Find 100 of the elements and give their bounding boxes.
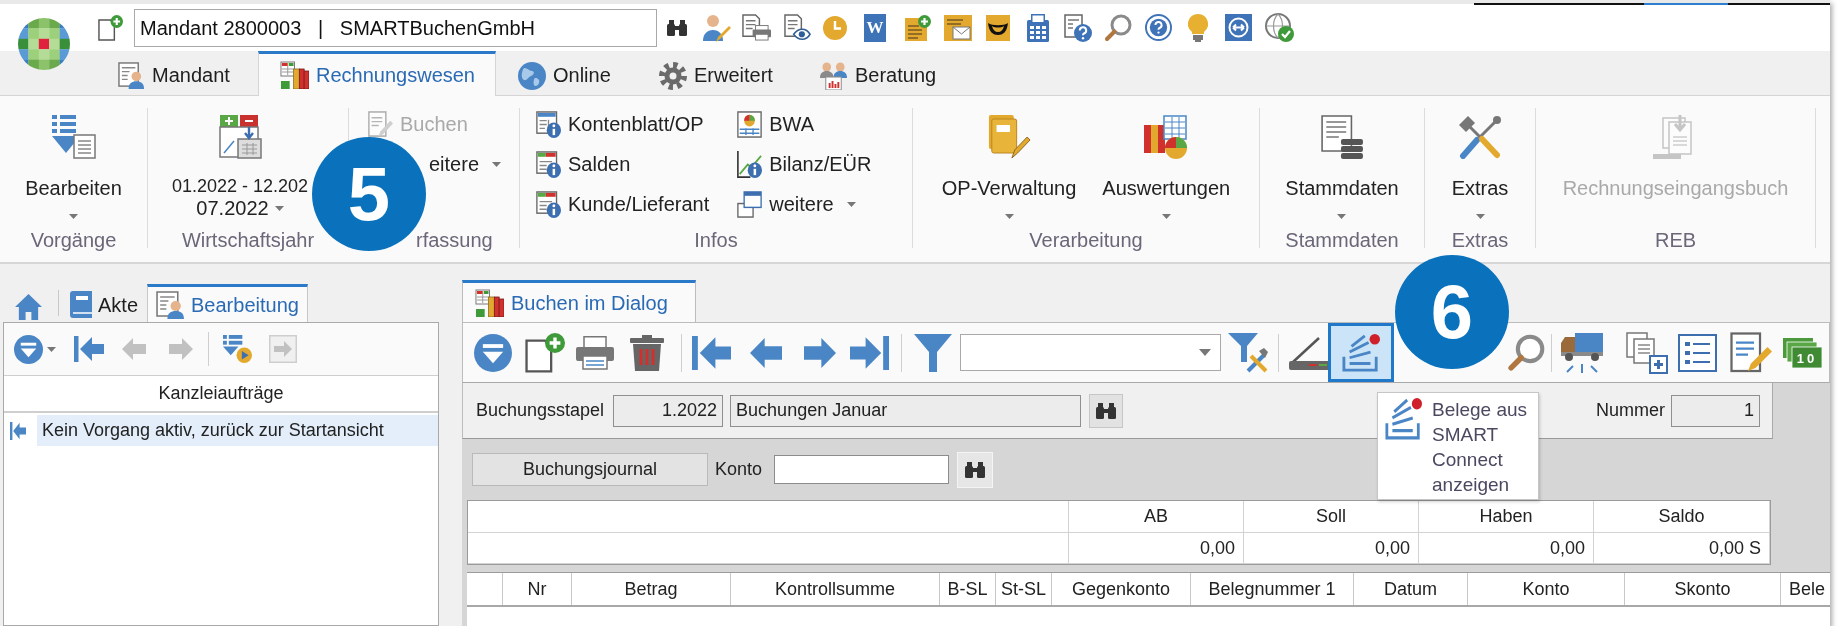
tab[interactable]: Erweitert xyxy=(637,52,797,96)
column-header: B-SL xyxy=(940,573,996,605)
lightbulb-icon[interactable] xyxy=(1188,13,1208,42)
document-plus-icon[interactable] xyxy=(525,332,565,373)
list-play-icon[interactable] xyxy=(223,335,252,363)
ribbon-button[interactable]: OP-Verwaltung xyxy=(941,115,1077,219)
column-header: Nr xyxy=(503,573,572,605)
tab[interactable]: Akte xyxy=(61,284,148,323)
help-icon[interactable] xyxy=(1145,14,1172,41)
printer-icon[interactable] xyxy=(576,335,614,370)
group-label: Extras xyxy=(1451,228,1509,252)
back-icon[interactable] xyxy=(750,337,782,368)
truck-icon[interactable] xyxy=(1561,332,1603,373)
user-pencil-icon[interactable] xyxy=(703,13,731,42)
globe-check-icon[interactable] xyxy=(1265,13,1294,42)
ribbon-button[interactable]: Kunde/Lieferant xyxy=(536,190,710,218)
letter-tile-icon[interactable]: W xyxy=(864,13,886,42)
filter-icon[interactable] xyxy=(14,334,43,364)
book-icon xyxy=(70,291,92,319)
trash-icon[interactable] xyxy=(630,334,664,371)
column-header: Gegenkonto xyxy=(1052,573,1191,605)
ribbon-button[interactable]: Stammdaten xyxy=(1285,115,1399,219)
period-field[interactable]: 1.2022 xyxy=(613,394,724,427)
go-first-icon[interactable] xyxy=(74,336,104,362)
list-icon[interactable] xyxy=(1678,333,1717,372)
tab[interactable]: Buchen im Dialog xyxy=(462,280,696,323)
table-info-icon xyxy=(536,190,561,218)
tab[interactable]: Mandant xyxy=(96,52,258,96)
column-header: Bele xyxy=(1788,577,1827,601)
document-eye-icon[interactable] xyxy=(784,14,811,41)
note-plus-icon[interactable] xyxy=(905,14,931,41)
tab[interactable]: Online xyxy=(496,52,637,96)
arrows-icon[interactable] xyxy=(1225,14,1252,41)
ribbon-button[interactable]: eitere xyxy=(429,150,502,178)
number-field[interactable]: 1 xyxy=(1671,394,1760,427)
ribbon-button[interactable]: Auswertungen xyxy=(1102,115,1231,219)
fiscal-year-button[interactable]: 01.2022 - 12.202 07.2022 xyxy=(171,115,309,219)
list-arrow-icon xyxy=(51,115,96,159)
document-database-icon xyxy=(1320,115,1364,159)
forward-icon[interactable] xyxy=(804,337,836,368)
journal-button[interactable]: Buchungsjournal xyxy=(472,453,708,486)
account-field[interactable] xyxy=(774,455,950,484)
smile-icon[interactable] xyxy=(986,14,1010,41)
tray-icon xyxy=(1385,398,1422,440)
ribbon-button[interactable]: Kontenblatt/OP xyxy=(536,110,704,138)
document-pencil-icon[interactable] xyxy=(1730,331,1772,374)
column-header: Betrag xyxy=(572,573,731,605)
document-question-icon[interactable] xyxy=(1064,13,1092,42)
group-label: Infos xyxy=(694,228,738,252)
ribbon-button[interactable]: Bilanz/EÜR xyxy=(737,150,872,178)
table-info-icon xyxy=(536,150,561,178)
envelope-icon[interactable] xyxy=(944,14,972,41)
column-header: Konto xyxy=(1468,573,1625,605)
go-last-icon[interactable] xyxy=(850,335,889,370)
tab[interactable]: Rechnungswesen xyxy=(258,51,496,96)
search-icon[interactable] xyxy=(1507,333,1545,372)
home-icon[interactable] xyxy=(15,294,42,320)
column-header: Kontrollsumme xyxy=(731,573,940,605)
binoculars-icon[interactable] xyxy=(667,19,687,36)
document-pencil-icon xyxy=(368,110,393,138)
column-header: Saldo xyxy=(1594,501,1770,533)
tooltip-text: Belege aus SMART Connect anzeigen xyxy=(1432,398,1529,497)
ledger-icon xyxy=(475,289,504,317)
ribbon-button[interactable]: Extras xyxy=(1448,115,1512,219)
windows-icon xyxy=(737,190,763,218)
ribbon-button[interactable]: weitere xyxy=(737,190,856,218)
filter-icon[interactable] xyxy=(474,333,512,372)
people-chart-icon xyxy=(819,61,848,90)
scanner-icon[interactable] xyxy=(1289,335,1330,370)
document-plus-icon[interactable] xyxy=(98,14,123,41)
copy-plus-icon[interactable] xyxy=(1626,331,1668,374)
column-header: AB xyxy=(1069,501,1244,533)
calculator-icon[interactable] xyxy=(1027,13,1049,42)
tray-icon xyxy=(1342,333,1380,372)
tab[interactable]: Bearbeitung xyxy=(147,284,308,323)
column-header: Skonto xyxy=(1625,573,1781,605)
filter-field[interactable] xyxy=(960,334,1221,371)
search-icon[interactable] xyxy=(1104,13,1132,42)
ribbon-button[interactable]: Salden xyxy=(536,150,631,178)
ribbon-button[interactable]: Bearbeiten xyxy=(25,115,122,219)
go-first-icon[interactable] xyxy=(692,335,731,370)
caret-icon[interactable] xyxy=(47,346,56,352)
find-button[interactable] xyxy=(1089,393,1124,428)
gear-icon xyxy=(659,61,687,90)
table-cell: 0,00 S xyxy=(1594,533,1770,564)
document-printer-icon[interactable] xyxy=(742,14,771,41)
list-item[interactable]: Kein Vorgang aktiv, zurück zur Startansicht xyxy=(37,415,438,446)
field-label: Konto xyxy=(715,459,763,480)
name-field[interactable]: Buchungen Januar xyxy=(730,394,1082,427)
toolbar-button[interactable] xyxy=(1328,323,1394,382)
ribbon-button[interactable]: BWA xyxy=(737,110,815,138)
field-label: Nummer xyxy=(1596,400,1665,421)
binoculars-icon xyxy=(1096,402,1117,419)
caret-icon xyxy=(1199,349,1211,356)
funnel-tools-icon[interactable] xyxy=(1228,332,1268,373)
client-field[interactable]: Mandant 2800003 | SMARTBuchenGmbH xyxy=(134,8,657,47)
logo-icon[interactable] xyxy=(18,18,70,70)
group-label: Vorgänge xyxy=(30,228,117,252)
funnel-icon[interactable] xyxy=(914,333,952,372)
tab[interactable]: Beratung xyxy=(797,52,957,96)
